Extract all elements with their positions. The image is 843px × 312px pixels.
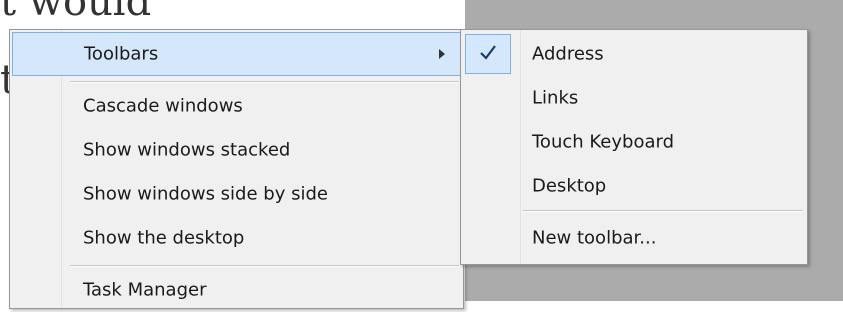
submenu-item-label: Links [532,87,579,109]
submenu-item-label: Touch Keyboard [532,131,674,153]
submenu-item-new-toolbar[interactable]: New toolbar... [463,216,805,260]
submenu-item-touch-keyboard[interactable]: Touch Keyboard [463,120,805,164]
submenu-item-desktop[interactable]: Desktop [463,164,805,208]
menu-item-label: Show windows side by side [83,183,328,205]
submenu-separator-highlight [523,211,803,212]
submenu-item-label: Desktop [532,175,607,197]
menu-item-label: Show the desktop [83,227,245,249]
menu-item-toolbars[interactable]: Toolbars [12,32,461,76]
toolbars-submenu: Address Links Touch Keyboard Desktop New… [460,29,808,265]
menu-item-label: Cascade windows [83,95,243,117]
submenu-item-label: Address [532,43,604,65]
menu-item-show-windows-side-by-side[interactable]: Show windows side by side [12,172,461,216]
submenu-arrow-icon [439,49,445,59]
menu-separator-highlight [70,82,459,83]
checkmark-icon [480,45,496,60]
menu-item-label: Task Manager [83,279,207,301]
menu-separator-highlight [70,266,459,267]
background-document-text: t would [0,0,152,25]
submenu-item-links[interactable]: Links [463,76,805,120]
menu-item-show-the-desktop[interactable]: Show the desktop [12,216,461,260]
menu-item-cascade-windows[interactable]: Cascade windows [12,84,461,128]
menu-item-task-manager[interactable]: Task Manager [12,268,461,312]
submenu-item-label: New toolbar... [532,227,657,249]
menu-item-label: Toolbars [84,43,159,65]
submenu-item-address[interactable]: Address [463,32,805,76]
menu-item-show-windows-stacked[interactable]: Show windows stacked [12,128,461,172]
taskbar-context-menu: Toolbars Cascade windows Show windows st… [9,29,464,309]
menu-item-label: Show windows stacked [83,139,291,161]
checked-indicator [465,34,511,74]
